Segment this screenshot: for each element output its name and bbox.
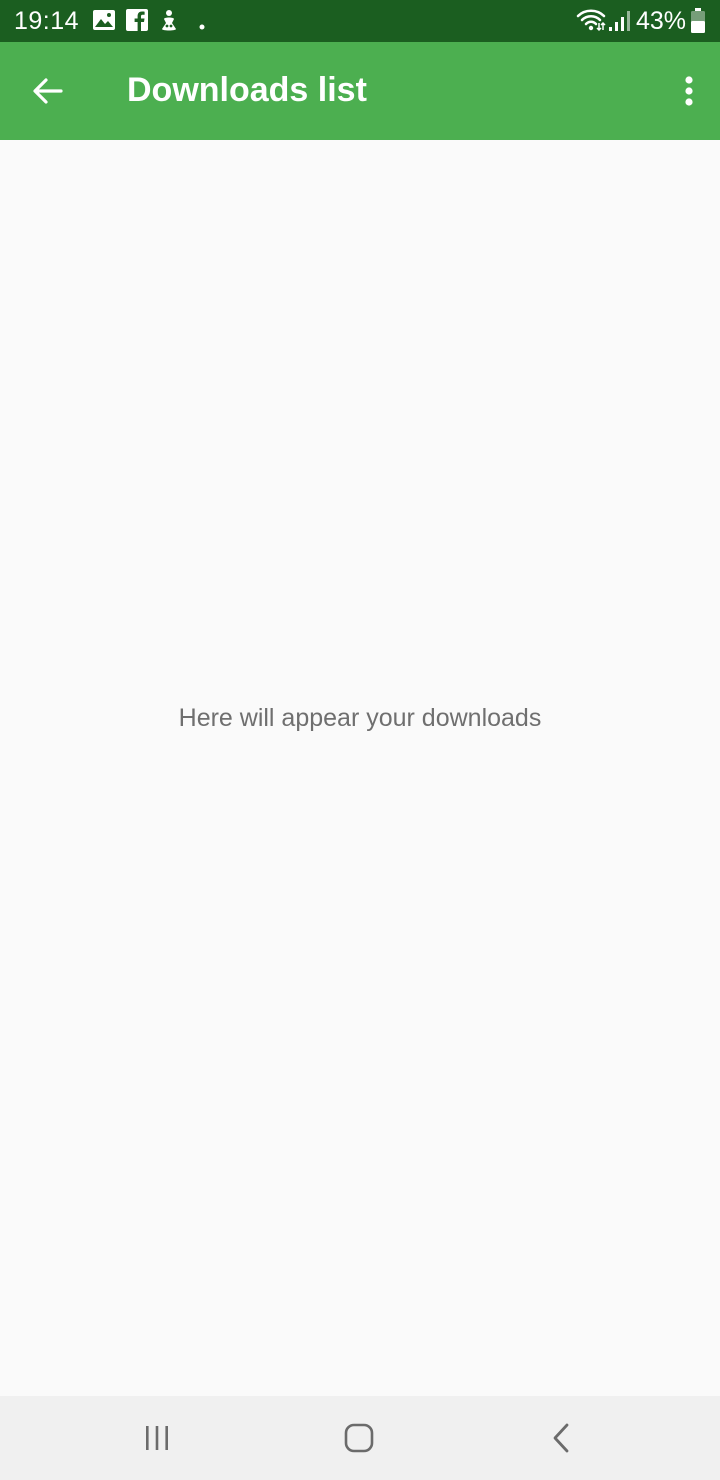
recent-apps-button[interactable] xyxy=(127,1414,187,1462)
page-title: Downloads list xyxy=(127,71,367,109)
empty-state-message: Here will appear your downloads xyxy=(178,704,542,732)
back-button[interactable] xyxy=(22,65,74,117)
status-time: 19:14 xyxy=(14,7,80,35)
screen: 19:14 43% Downloads list Here will appea… xyxy=(0,0,720,1480)
more-options-button[interactable] xyxy=(674,67,704,115)
recent-apps-icon xyxy=(146,1426,168,1450)
arrow-left-icon xyxy=(33,78,63,104)
home-button[interactable] xyxy=(329,1414,389,1462)
battery-percentage: 43% xyxy=(635,7,686,35)
wifi-icon xyxy=(576,8,606,37)
battery-icon xyxy=(690,8,706,39)
facebook-icon xyxy=(126,9,148,36)
home-icon xyxy=(344,1423,374,1453)
signal-icon xyxy=(608,10,632,37)
navigation-bar xyxy=(0,1396,720,1480)
notification-app-icon xyxy=(158,9,180,38)
more-vert-icon xyxy=(685,76,693,106)
status-bar: 19:14 43% xyxy=(0,0,720,42)
back-icon xyxy=(553,1423,569,1453)
downloads-list: Here will appear your downloads xyxy=(0,140,720,1396)
system-back-button[interactable] xyxy=(531,1414,591,1462)
gallery-icon xyxy=(92,9,116,36)
app-bar: Downloads list xyxy=(0,42,720,140)
dot-icon xyxy=(199,17,205,35)
